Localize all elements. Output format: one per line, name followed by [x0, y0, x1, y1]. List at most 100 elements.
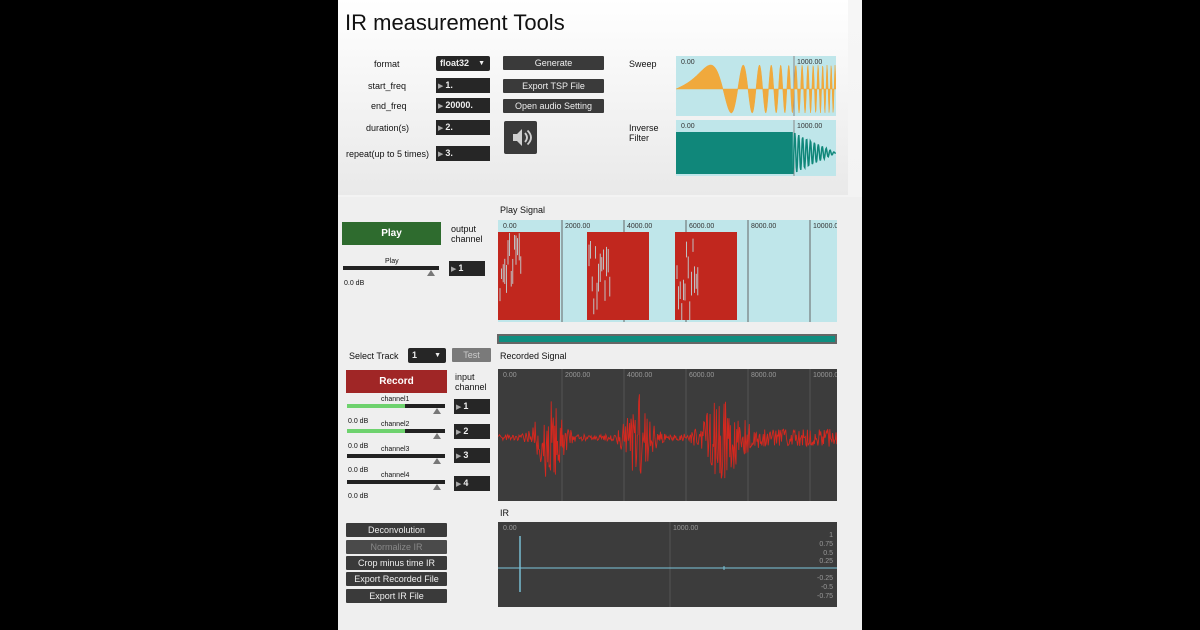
channel3-meter-slider[interactable]	[347, 454, 445, 458]
track-dropdown[interactable]: 1 ▼	[408, 348, 446, 363]
channel2-db-readout: 0.0 dB	[348, 443, 368, 450]
tick-label: 0.00	[503, 525, 517, 532]
slider-thumb[interactable]	[433, 408, 441, 414]
y-tick-label: 0.5	[823, 550, 833, 557]
input-channel3-field[interactable]: ▶ 3	[454, 448, 490, 463]
start-freq-field[interactable]: ▶ 1.	[436, 78, 490, 93]
recorded-signal-waveform[interactable]: 0.00 2000.00 4000.00 6000.00 8000.00 10000.00	[498, 369, 837, 501]
output-channel-field[interactable]: ▶ 1	[449, 261, 485, 276]
crop-minus-time-ir-button[interactable]: Crop minus time IR	[346, 556, 447, 570]
app-window: IR measurement Tools format float32 ▼ st…	[338, 0, 862, 630]
slider-thumb[interactable]	[433, 484, 441, 490]
duration-value: 2.	[445, 122, 453, 132]
normalize-ir-button[interactable]: Normalize IR	[346, 540, 447, 554]
number-arrow-icon: ▶	[456, 453, 461, 460]
number-arrow-icon: ▶	[456, 404, 461, 411]
play-signal-waveform[interactable]: 0.00 2000.00 4000.00 6000.00 8000.00 10000.00	[498, 220, 837, 322]
slider-thumb[interactable]	[433, 433, 441, 439]
speaker-button[interactable]	[504, 121, 537, 154]
number-arrow-icon: ▶	[456, 481, 461, 488]
export-tsp-button[interactable]: Export TSP File	[503, 79, 604, 93]
tick-label: 1000.00	[673, 525, 698, 532]
channel2-label: channel2	[381, 421, 409, 428]
dropdown-arrow-icon: ▼	[478, 56, 485, 71]
tick-label: 4000.00	[627, 223, 652, 230]
slider-thumb[interactable]	[433, 458, 441, 464]
play-gain-slider[interactable]	[343, 266, 439, 270]
y-tick-label: -0.25	[817, 575, 833, 582]
end-freq-label: end_freq	[371, 101, 407, 111]
input-channel2-field[interactable]: ▶ 2	[454, 424, 490, 439]
channel4-meter-slider[interactable]	[347, 480, 445, 484]
channel1-db-readout: 0.0 dB	[348, 418, 368, 425]
channel1-label: channel1	[381, 396, 409, 403]
tick-label: 1000.00	[797, 123, 822, 130]
tick-label: 4000.00	[627, 372, 652, 379]
tick-label: 2000.00	[565, 223, 590, 230]
input-channel1-field[interactable]: ▶ 1	[454, 399, 490, 414]
number-arrow-icon: ▶	[456, 429, 461, 436]
play-button[interactable]: Play	[342, 222, 441, 245]
tick-label: 10000.00	[813, 223, 837, 230]
channel4-db-readout: 0.0 dB	[348, 493, 368, 500]
input-channel-label: input channel	[455, 372, 495, 392]
input-channel4-field[interactable]: ▶ 4	[454, 476, 490, 491]
test-button[interactable]: Test	[452, 348, 491, 362]
duration-field[interactable]: ▶ 2.	[436, 120, 490, 135]
playback-progress-bar	[497, 334, 837, 344]
speaker-icon	[504, 121, 537, 154]
output-channel-label: output channel	[451, 224, 491, 244]
channel3-label: channel3	[381, 446, 409, 453]
track-value: 1	[412, 350, 417, 360]
ir-wave-svg: 0.00 1000.00 1 0.75 0.50.25 -0.25 -0.5 -0.75	[498, 522, 837, 607]
tick-label: 6000.00	[689, 223, 714, 230]
format-value: float32	[440, 58, 469, 68]
repeat-value: 3.	[445, 148, 453, 158]
start-freq-label: start_freq	[368, 81, 406, 91]
play-burst-1	[498, 232, 560, 320]
slider-thumb[interactable]	[427, 270, 435, 276]
dropdown-arrow-icon: ▼	[434, 348, 441, 363]
waveform-background	[498, 522, 837, 607]
tick-label: 6000.00	[689, 372, 714, 379]
inverse-filter-label: Inverse Filter	[629, 123, 659, 143]
input-channel1-value: 1	[463, 401, 468, 411]
channel2-level-meter	[347, 429, 405, 433]
play-db-readout: 0.0 dB	[344, 280, 364, 287]
sweep-waveform[interactable]: 0.00 1000.00	[676, 56, 836, 116]
play-slider-label: Play	[385, 258, 399, 265]
end-freq-value: 20000.	[445, 100, 473, 110]
tick-label: 2000.00	[565, 372, 590, 379]
play-burst-3	[675, 232, 737, 320]
export-ir-file-button[interactable]: Export IR File	[346, 589, 447, 603]
y-tick-label: -0.75	[817, 593, 833, 600]
deconvolution-button[interactable]: Deconvolution	[346, 523, 447, 537]
format-label: format	[374, 59, 400, 69]
record-button[interactable]: Record	[346, 370, 447, 393]
export-recorded-file-button[interactable]: Export Recorded File	[346, 572, 447, 586]
ir-label: IR	[500, 508, 509, 518]
repeat-field[interactable]: ▶ 3.	[436, 146, 490, 161]
inverse-filter-waveform[interactable]: 0.00 1000.00	[676, 120, 836, 176]
channel1-meter-slider[interactable]	[347, 404, 445, 408]
tick-label: 0.00	[681, 123, 695, 130]
app-title: IR measurement Tools	[345, 10, 565, 36]
generate-button[interactable]: Generate	[503, 56, 604, 70]
select-track-label: Select Track	[349, 351, 399, 361]
input-channel2-value: 2	[463, 426, 468, 436]
number-arrow-icon: ▶	[438, 151, 443, 158]
tick-label: 10000.00	[813, 372, 837, 379]
channel2-meter-slider[interactable]	[347, 429, 445, 433]
sweep-label: Sweep	[629, 59, 657, 69]
format-dropdown[interactable]: float32 ▼	[436, 56, 490, 71]
number-arrow-icon: ▶	[438, 103, 443, 110]
open-audio-setting-button[interactable]: Open audio Setting	[503, 99, 604, 113]
ir-waveform[interactable]: 0.00 1000.00 1 0.75 0.5 0.25 -0.25 -0.5 -0.75	[498, 522, 837, 607]
duration-label: duration(s)	[366, 123, 409, 133]
y-tick-label: 1	[829, 532, 833, 539]
tick-label: 0.00	[503, 372, 517, 379]
end-freq-field[interactable]: ▶ 20000.	[436, 98, 490, 113]
number-arrow-icon: ▶	[451, 266, 456, 273]
channel3-db-readout: 0.0 dB	[348, 467, 368, 474]
input-channel4-value: 4	[463, 478, 468, 488]
